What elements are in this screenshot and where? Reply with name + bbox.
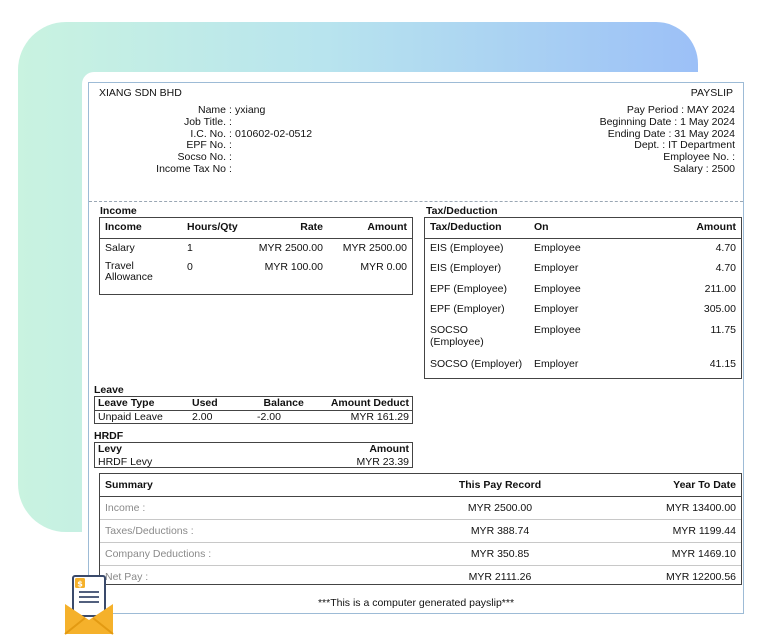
table-row: Net Pay : MYR 2111.26 MYR 12200.56 xyxy=(105,571,736,583)
income-table: Income Hours/Qty Rate Amount Salary 1 MY… xyxy=(99,217,413,295)
table-row: Unpaid Leave 2.00 -2.00 MYR 161.29 xyxy=(98,410,409,423)
leave-table: Leave Type Used Balance Amount Deduct Un… xyxy=(94,396,413,424)
payslip-envelope-icon: $ xyxy=(63,572,115,636)
table-header-row: Summary This Pay Record Year To Date xyxy=(100,474,741,497)
beginning-date: Beginning Date : 1 May 2024 xyxy=(599,115,735,128)
footer-note: ***This is a computer generated payslip*… xyxy=(317,597,515,609)
employee-details: Name: yxiang Job Title.: I.C. No.:010602-… xyxy=(99,104,349,176)
table-header-row: Tax/Deduction On Amount xyxy=(425,218,741,239)
payslip-title: PAYSLIP xyxy=(690,87,733,99)
payslip-sheet: XIANG SDN BHD PAYSLIP Name: yxiang Job Ti… xyxy=(88,82,744,614)
table-row: SOCSO (Employer) Employer 41.15 xyxy=(430,357,736,370)
tax-deduction-table: Tax/Deduction On Amount EIS (Employee) Em… xyxy=(424,217,742,379)
hrdf-table: Levy Amount HRDF Levy MYR 23.39 xyxy=(94,442,413,468)
table-row: Income : MYR 2500.00 MYR 13400.00 xyxy=(100,497,741,520)
dashed-divider xyxy=(89,201,743,202)
table-row: HRDF Levy MYR 23.39 xyxy=(98,455,409,468)
hrdf-section-title: HRDF xyxy=(94,430,124,442)
tax-section-title: Tax/Deduction xyxy=(426,205,498,217)
table-row: Travel Allowance 0 MYR 100.00 MYR 0.00 xyxy=(105,260,407,283)
table-row: SOCSO (Employee) Employee 11.75 xyxy=(430,323,736,348)
table-row: Salary 1 MYR 2500.00 MYR 2500.00 xyxy=(105,241,407,254)
summary-table: Summary This Pay Record Year To Date Inc… xyxy=(99,473,742,585)
salary: Salary : 2500 xyxy=(673,162,735,175)
table-row: EIS (Employer) Employer 4.70 xyxy=(430,262,736,274)
table-row: Company Deductions : MYR 350.85 MYR 1469.1… xyxy=(100,543,741,566)
income-section-title: Income xyxy=(100,205,137,217)
table-row: EIS (Employee) Employee 4.70 xyxy=(430,242,736,254)
employee-row: Job Title.: xyxy=(183,115,232,128)
table-header-row: Levy Amount xyxy=(98,443,409,456)
company-name: XIANG SDN BHD xyxy=(99,87,182,99)
table-header-row: Leave Type Used Balance Amount Deduct xyxy=(95,397,412,410)
employee-row: Income Tax No: xyxy=(156,162,232,175)
table-row: Taxes/Deductions : MYR 388.74 MYR 1199.44 xyxy=(100,520,741,543)
pay-period-details: Pay Period : MAY 2024 Beginning Date : 1… xyxy=(599,104,735,176)
table-row: EPF (Employer) Employer 305.00 xyxy=(430,303,736,315)
svg-text:$: $ xyxy=(77,580,83,589)
leave-section-title: Leave xyxy=(94,384,124,396)
table-header-row: Income Hours/Qty Rate Amount xyxy=(100,218,412,238)
table-row: EPF (Employee) Employee 211.00 xyxy=(430,282,736,295)
